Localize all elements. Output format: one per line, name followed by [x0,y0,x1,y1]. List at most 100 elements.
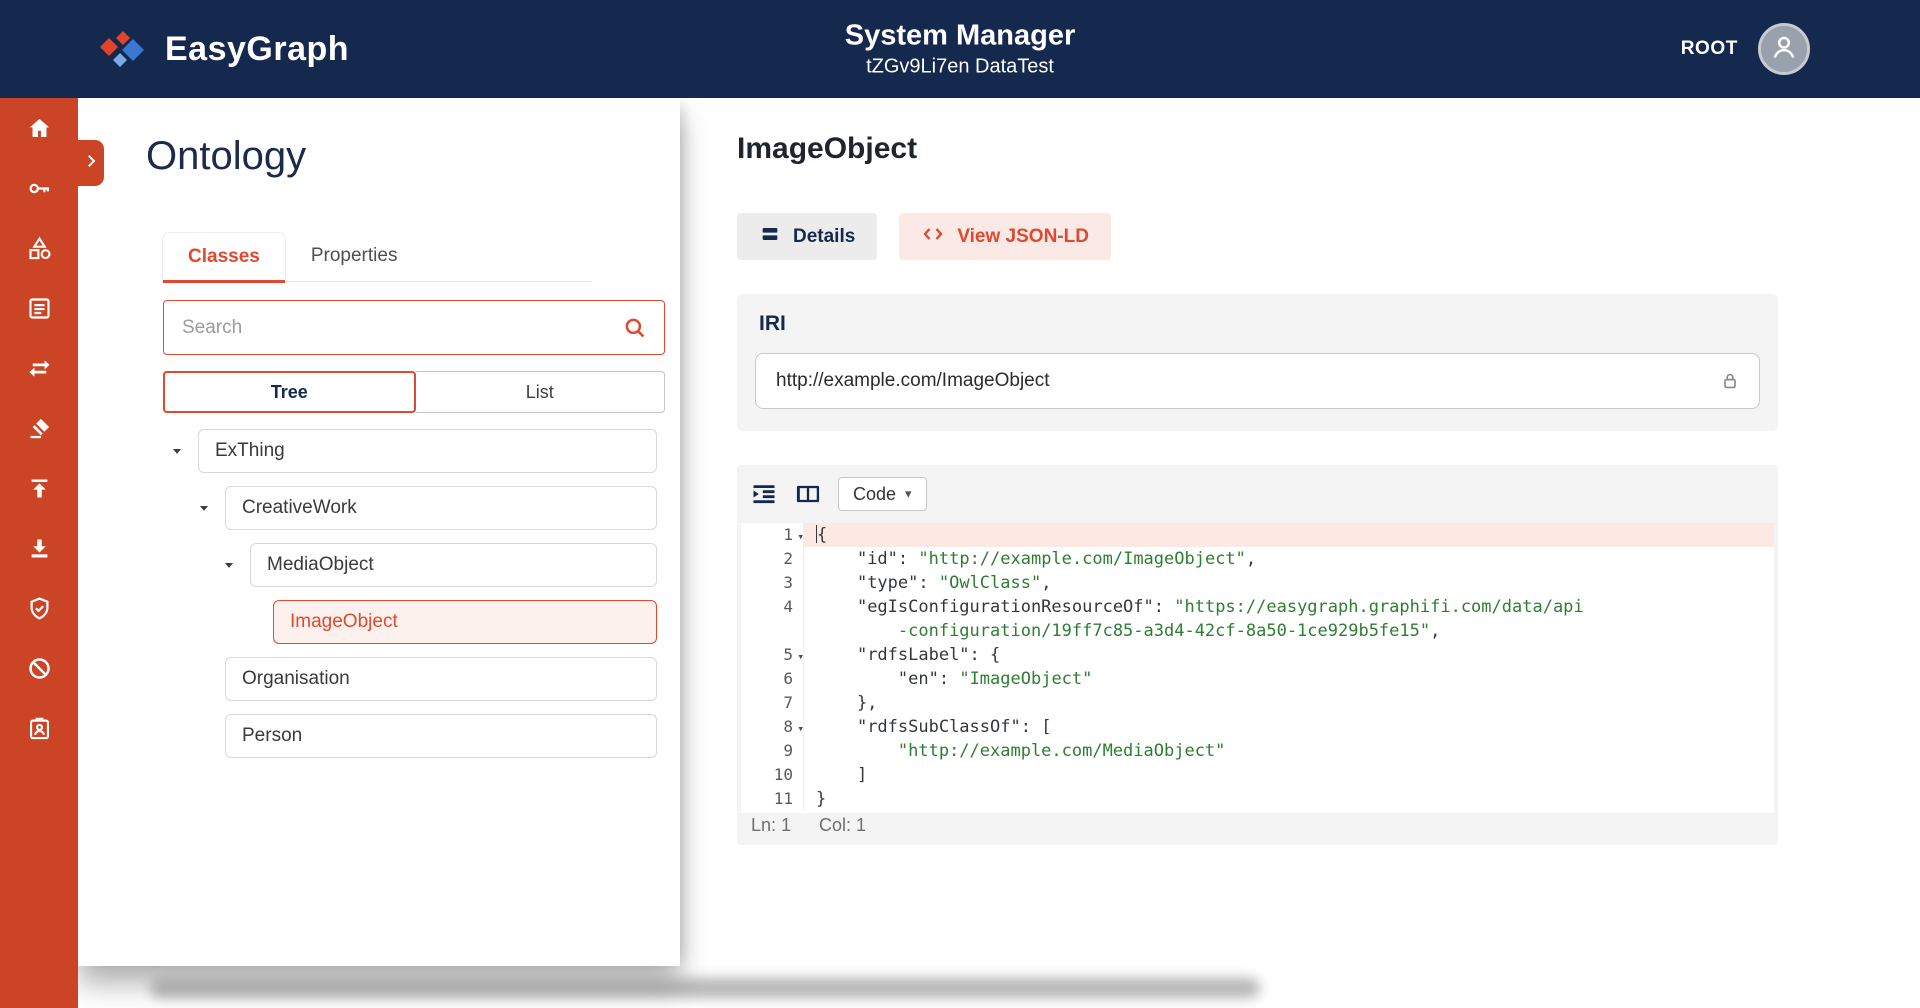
code-text: "http://example.com/MediaObject" [803,739,1774,763]
hammer-icon [26,415,53,442]
code-line[interactable]: 2 "id": "http://example.com/ImageObject"… [741,547,1774,571]
sidebar-item-home[interactable] [0,98,78,158]
caret-down-icon[interactable] [197,501,225,515]
code-editor-content[interactable]: 1▾{2 "id": "http://example.com/ImageObje… [741,523,1774,813]
view-json-ld-button[interactable]: View JSON-LD [899,213,1111,260]
tree-node-mediaobject: MediaObject [222,543,657,587]
view-json-ld-label: View JSON-LD [957,226,1089,248]
code-line[interactable]: 6 "en": "ImageObject" [741,667,1774,691]
tab-classes[interactable]: Classes [162,232,286,281]
header-titles: System Manager tZGv9Li7en DataTest [845,20,1076,79]
sidebar-item-shapes[interactable] [0,218,78,278]
horizontal-scrollbar-thumb[interactable] [150,978,1260,998]
line-number: 9 [741,739,803,763]
tree-node-imageobject: ImageObject [245,600,657,644]
brand[interactable]: EasyGraph [95,0,349,98]
code-line[interactable]: 10 ] [741,763,1774,787]
code-text: "rdfsSubClassOf": [ [803,715,1774,739]
sidebar-item-keys[interactable] [0,158,78,218]
sidebar-item-mappings[interactable] [0,338,78,398]
code-line[interactable]: 8▾ "rdfsSubClassOf": [ [741,715,1774,739]
line-number: 3 [741,571,803,595]
tree-node-organisation: Organisation [197,657,657,701]
fold-caret-icon[interactable]: ▾ [797,525,804,549]
code-line[interactable]: 4 "egIsConfigurationResourceOf": "https:… [741,595,1774,619]
sidebar-item-accounts[interactable] [0,698,78,758]
line-number [741,619,803,643]
code-line[interactable]: 11} [741,787,1774,811]
caret-down-icon[interactable] [170,444,198,458]
key-icon [26,175,53,202]
sidebar-nav [0,98,78,1008]
code-line[interactable]: 3 "type": "OwlClass", [741,571,1774,595]
user-name: ROOT [1681,38,1738,60]
code-line[interactable]: 5▾ "rdfsLabel": { [741,643,1774,667]
toggle-list-button[interactable]: List [416,371,666,413]
tree-node-person: Person [197,714,657,758]
code-mode-dropdown[interactable]: Code ▾ [838,477,927,511]
code-line[interactable]: -configuration/19ff7c85-a3d4-42cf-8a50-1… [741,619,1774,643]
rows-icon [759,223,781,251]
line-number: 5▾ [741,643,803,667]
toggle-tree-button[interactable]: Tree [163,371,416,413]
user-avatar-button[interactable] [1758,23,1810,75]
code-text: "rdfsLabel": { [803,643,1774,667]
caret-down-icon: ▾ [905,486,912,502]
detail-title: ImageObject [737,132,917,166]
iri-value-input[interactable] [774,369,1719,393]
code-line[interactable]: 9 "http://example.com/MediaObject" [741,739,1774,763]
upload-icon [26,475,53,502]
shapes-icon [26,235,53,262]
line-number: 2 [741,547,803,571]
sidebar-item-forms[interactable] [0,278,78,338]
sidebar-expand-button[interactable] [78,140,104,186]
tree-node-label[interactable]: ExThing [198,429,657,473]
code-line[interactable]: 7 }, [741,691,1774,715]
tree-node-label[interactable]: Organisation [225,657,657,701]
search-input[interactable] [180,316,622,340]
editor-toolbar: Code ▾ [750,477,927,511]
code-line[interactable]: 1▾{ [741,523,1774,547]
cursor-line-indicator: Ln: 1 [751,815,791,836]
ontology-tabs: Classes Properties [162,232,592,282]
shield-check-icon [26,595,53,622]
view-toggle: Tree List [163,371,665,413]
caret-down-icon[interactable] [222,558,250,572]
home-icon [26,115,53,142]
search-icon[interactable] [622,315,648,341]
easygraph-logo-icon [95,27,149,71]
search-box [163,300,665,355]
iri-field [755,353,1760,409]
line-number: 10 [741,763,803,787]
swap-arrows-icon [26,355,53,382]
fold-caret-icon[interactable]: ▾ [797,717,804,741]
cursor-col-indicator: Col: 1 [819,815,866,836]
details-button[interactable]: Details [737,213,877,260]
sidebar-item-tools[interactable] [0,398,78,458]
sidebar-item-restrictions[interactable] [0,638,78,698]
person-icon [1767,30,1801,69]
line-number: 8▾ [741,715,803,739]
sidebar-item-security[interactable] [0,578,78,638]
tree-node-label[interactable]: MediaObject [250,543,657,587]
id-badge-icon [26,715,53,742]
code-text: } [803,787,1774,811]
table-view-icon[interactable] [794,480,822,508]
app-header: EasyGraph System Manager tZGv9Li7en Data… [0,0,1920,98]
code-text: -configuration/19ff7c85-a3d4-42cf-8a50-1… [803,619,1774,643]
format-indent-icon[interactable] [750,480,778,508]
app-subtitle: tZGv9Li7en DataTest [845,56,1076,79]
tab-properties[interactable]: Properties [286,232,423,281]
tree-node-exthing: ExThing [170,429,657,473]
tree-node-label[interactable]: CreativeWork [225,486,657,530]
details-button-label: Details [793,226,855,248]
tree-node-label[interactable]: Person [225,714,657,758]
sidebar-item-import[interactable] [0,518,78,578]
fold-caret-icon[interactable]: ▾ [797,645,804,669]
iri-card: IRI [737,294,1778,431]
line-number: 4 [741,595,803,619]
chevron-right-icon [82,152,100,175]
tree-node-label[interactable]: ImageObject [273,600,657,644]
sidebar-item-publish[interactable] [0,458,78,518]
line-number: 1▾ [741,523,803,547]
